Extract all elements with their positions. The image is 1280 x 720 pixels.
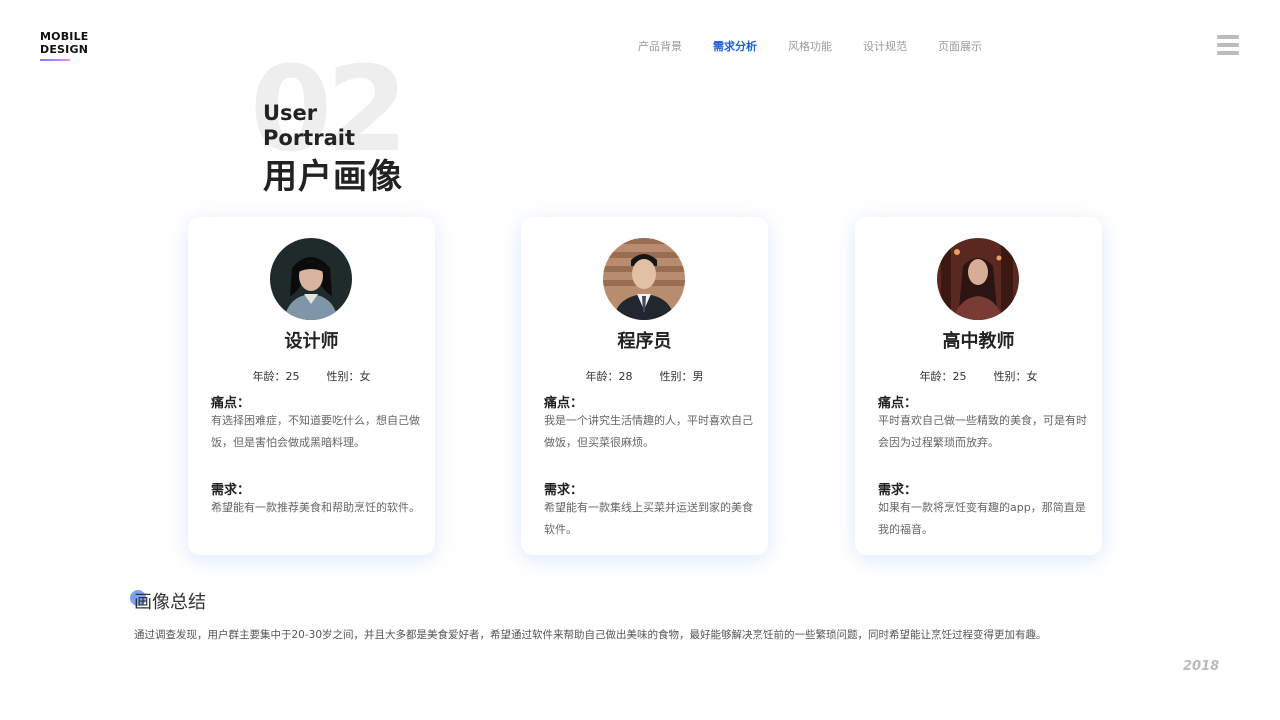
age-value: 28: [618, 370, 633, 383]
persona-card-designer: 设计师 年龄：25 性别：女 痛点： 有选择困难症，不知道要吃什么，想自己做饭，但…: [188, 217, 435, 555]
year-label: 2018: [1183, 659, 1220, 674]
persona-avatar-designer: [270, 238, 352, 320]
gender-value: 男: [692, 370, 704, 383]
persona-meta: 年龄：25 性别：女: [188, 368, 435, 384]
gender-label: 性别：: [659, 370, 693, 383]
pain-point-text: 平时喜欢自己做一些精致的美食，可是有时会因为过程繁琐而放弃。: [878, 414, 1087, 449]
need-label: 需求：: [878, 483, 918, 498]
need-text: 如果有一款将烹饪变有趣的app，那简直是我的福音。: [878, 501, 1086, 536]
need-label: 需求：: [544, 483, 584, 498]
need-label: 需求：: [211, 483, 251, 498]
section-title-cn: 用户画像: [263, 157, 403, 197]
persona-card-teacher: 高中教师 年龄：25 性别：女 痛点： 平时喜欢自己做一些精致的美食，可是有时会因…: [855, 217, 1102, 555]
logo-line-2: DESIGN: [40, 43, 89, 56]
persona-avatar-programmer: [603, 238, 685, 320]
nav-item-style-function[interactable]: 风格功能: [788, 38, 832, 54]
gender-value: 女: [359, 370, 371, 383]
need-text: 希望能有一款集线上买菜并运送到家的美食软件。: [544, 501, 753, 536]
pain-point-label: 痛点：: [878, 396, 918, 411]
hamburger-menu-icon[interactable]: [1217, 35, 1239, 55]
persona-meta: 年龄：25 性别：女: [855, 368, 1102, 384]
nav-item-page-display[interactable]: 页面展示: [938, 38, 982, 54]
gender-label: 性别：: [326, 370, 360, 383]
summary-title: 画像总结: [134, 592, 206, 613]
persona-meta: 年龄：28 性别：男: [521, 368, 768, 384]
pain-point-label: 痛点：: [544, 396, 584, 411]
section-title-en-line1: User: [263, 101, 318, 125]
nav-item-design-spec[interactable]: 设计规范: [863, 38, 907, 54]
pain-point-text: 我是一个讲究生活情趣的人，平时喜欢自己做饭，但买菜很麻烦。: [544, 414, 753, 449]
pain-point-text: 有选择困难症，不知道要吃什么，想自己做饭，但是害怕会做成黑暗料理。: [211, 414, 420, 449]
nav-item-product-background[interactable]: 产品背景: [638, 38, 682, 54]
age-value: 25: [285, 370, 300, 383]
section-title-en-line2: Portrait: [263, 126, 355, 150]
persona-role: 设计师: [284, 331, 339, 352]
persona-role: 高中教师: [942, 331, 1015, 352]
brand-logo: MOBILE DESIGN: [40, 30, 100, 61]
gender-label: 性别：: [993, 370, 1027, 383]
logo-gradient-bar: [40, 59, 70, 61]
top-nav: 产品背景 需求分析 风格功能 设计规范 页面展示: [638, 38, 1013, 54]
persona-avatar-teacher: [937, 238, 1019, 320]
logo-line-1: MOBILE: [40, 30, 89, 43]
nav-item-requirement-analysis[interactable]: 需求分析: [713, 38, 757, 54]
age-label: 年龄：: [585, 370, 619, 383]
gender-value: 女: [1026, 370, 1038, 383]
pain-point-label: 痛点：: [211, 396, 251, 411]
age-label: 年龄：: [252, 370, 286, 383]
section-title-en: User Portrait: [263, 101, 355, 151]
persona-role: 程序员: [617, 331, 672, 352]
age-value: 25: [952, 370, 967, 383]
persona-card-programmer: 程序员 年龄：28 性别：男 痛点： 我是一个讲究生活情趣的人，平时喜欢自己做饭，…: [521, 217, 768, 555]
age-label: 年龄：: [919, 370, 953, 383]
need-text: 希望能有一款推荐美食和帮助烹饪的软件。: [211, 501, 420, 514]
summary-text: 通过调查发现，用户群主要集中于20-30岁之间，并且大多都是美食爱好者，希望通过…: [134, 629, 1047, 641]
